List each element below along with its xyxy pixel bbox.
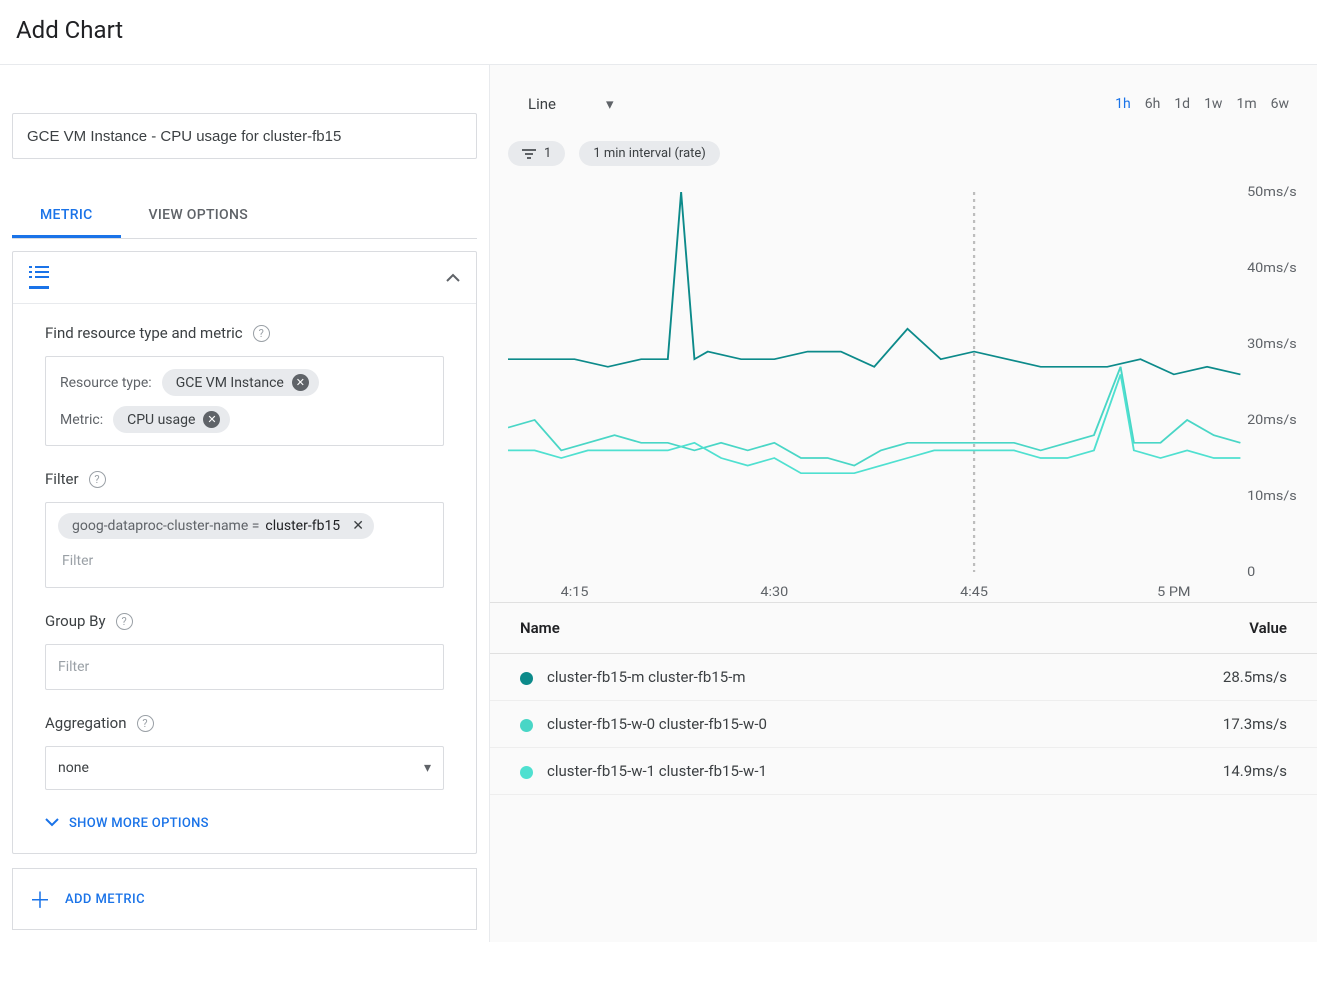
- chevron-up-icon[interactable]: [446, 270, 460, 286]
- chart-type-select[interactable]: Line ▾: [518, 89, 624, 119]
- time-range-1d[interactable]: 1d: [1174, 96, 1190, 112]
- groupby-label: Group By: [45, 612, 106, 630]
- resource-metric-box: Resource type: GCE VM Instance ✕ Metric:…: [45, 356, 444, 446]
- resource-type-chip[interactable]: GCE VM Instance ✕: [162, 369, 319, 396]
- plus-icon: ＋: [29, 883, 51, 915]
- right-panel: Line ▾ 1h 6h 1d 1w 1m 6w 1 1 min interva…: [490, 65, 1317, 942]
- page-title: Add Chart: [0, 0, 1317, 64]
- svg-text:10ms/s: 10ms/s: [1247, 489, 1297, 504]
- svg-text:20ms/s: 20ms/s: [1247, 413, 1297, 428]
- time-range-1m[interactable]: 1m: [1236, 96, 1256, 112]
- left-panel: METRIC VIEW OPTIONS Find resource type a…: [0, 65, 490, 942]
- interval-pill[interactable]: 1 min interval (rate): [579, 141, 720, 166]
- time-range-6h[interactable]: 6h: [1145, 96, 1161, 112]
- filter-input-placeholder[interactable]: Filter: [58, 551, 431, 571]
- legend-name: cluster-fb15-m cluster-fb15-m: [547, 668, 746, 686]
- series-color-dot: [520, 766, 533, 779]
- list-icon: [29, 266, 49, 289]
- close-icon[interactable]: ✕: [352, 518, 364, 534]
- help-icon[interactable]: ?: [89, 471, 106, 488]
- metric-chip[interactable]: CPU usage ✕: [113, 406, 230, 433]
- filter-count-pill[interactable]: 1: [508, 141, 565, 166]
- tab-metric[interactable]: METRIC: [12, 195, 121, 238]
- legend-header-value[interactable]: Value: [1079, 603, 1317, 654]
- chart-area[interactable]: 0 10ms/s 20ms/s 30ms/s 40ms/s 50ms/s 4:15 4:30 4…: [508, 182, 1307, 602]
- series-color-dot: [520, 719, 533, 732]
- legend-value: 17.3ms/s: [1079, 701, 1317, 748]
- legend-value: 14.9ms/s: [1079, 748, 1317, 795]
- aggregation-select[interactable]: none ▾: [45, 746, 444, 790]
- svg-text:4:45: 4:45: [960, 585, 988, 600]
- metric-label: Metric:: [60, 412, 103, 428]
- svg-text:4:15: 4:15: [561, 585, 589, 600]
- legend-value: 28.5ms/s: [1079, 654, 1317, 701]
- time-range-1w[interactable]: 1w: [1204, 96, 1222, 112]
- show-more-options-button[interactable]: SHOW MORE OPTIONS: [13, 794, 241, 853]
- tab-view-options[interactable]: VIEW OPTIONS: [121, 195, 276, 238]
- filter-box[interactable]: goog-dataproc-cluster-name = cluster-fb1…: [45, 502, 444, 588]
- svg-text:40ms/s: 40ms/s: [1247, 261, 1297, 276]
- legend-row[interactable]: cluster-fb15-w-1 cluster-fb15-w-1 14.9ms/…: [490, 748, 1317, 795]
- groupby-input[interactable]: Filter: [45, 644, 444, 690]
- legend-table: Name Value cluster-fb15-m cluster-fb15-m…: [490, 602, 1317, 795]
- svg-text:0: 0: [1247, 565, 1255, 580]
- help-icon[interactable]: ?: [253, 325, 270, 342]
- resource-type-label: Resource type:: [60, 375, 152, 391]
- svg-text:4:30: 4:30: [760, 585, 788, 600]
- legend-row[interactable]: cluster-fb15-m cluster-fb15-m 28.5ms/s: [490, 654, 1317, 701]
- svg-text:50ms/s: 50ms/s: [1247, 185, 1297, 200]
- chevron-down-icon: [45, 816, 59, 831]
- legend-name: cluster-fb15-w-1 cluster-fb15-w-1: [547, 762, 767, 780]
- tabs: METRIC VIEW OPTIONS: [12, 195, 477, 239]
- legend-name: cluster-fb15-w-0 cluster-fb15-w-0: [547, 715, 767, 733]
- help-icon[interactable]: ?: [116, 613, 133, 630]
- help-icon[interactable]: ?: [137, 715, 154, 732]
- filter-label: Filter: [45, 470, 79, 488]
- close-icon[interactable]: ✕: [292, 374, 309, 391]
- legend-row[interactable]: cluster-fb15-w-0 cluster-fb15-w-0 17.3ms/…: [490, 701, 1317, 748]
- time-range-6w[interactable]: 6w: [1271, 96, 1289, 112]
- caret-down-icon: ▾: [606, 95, 614, 113]
- aggregation-label: Aggregation: [45, 714, 127, 732]
- caret-down-icon: ▾: [424, 760, 431, 776]
- time-range-1h[interactable]: 1h: [1115, 96, 1131, 112]
- find-section-label: Find resource type and metric: [45, 324, 243, 342]
- add-metric-button[interactable]: ＋ ADD METRIC: [12, 868, 477, 930]
- legend-header-name[interactable]: Name: [490, 603, 1079, 654]
- filter-chip[interactable]: goog-dataproc-cluster-name = cluster-fb1…: [58, 513, 374, 539]
- time-range-selector: 1h 6h 1d 1w 1m 6w: [1115, 96, 1289, 112]
- chart-title-input[interactable]: [12, 113, 477, 159]
- series-color-dot: [520, 672, 533, 685]
- svg-text:30ms/s: 30ms/s: [1247, 337, 1297, 352]
- close-icon[interactable]: ✕: [203, 411, 220, 428]
- svg-text:5 PM: 5 PM: [1157, 585, 1190, 600]
- metric-card: Find resource type and metric ? Resource…: [12, 251, 477, 854]
- filter-icon: [522, 149, 536, 159]
